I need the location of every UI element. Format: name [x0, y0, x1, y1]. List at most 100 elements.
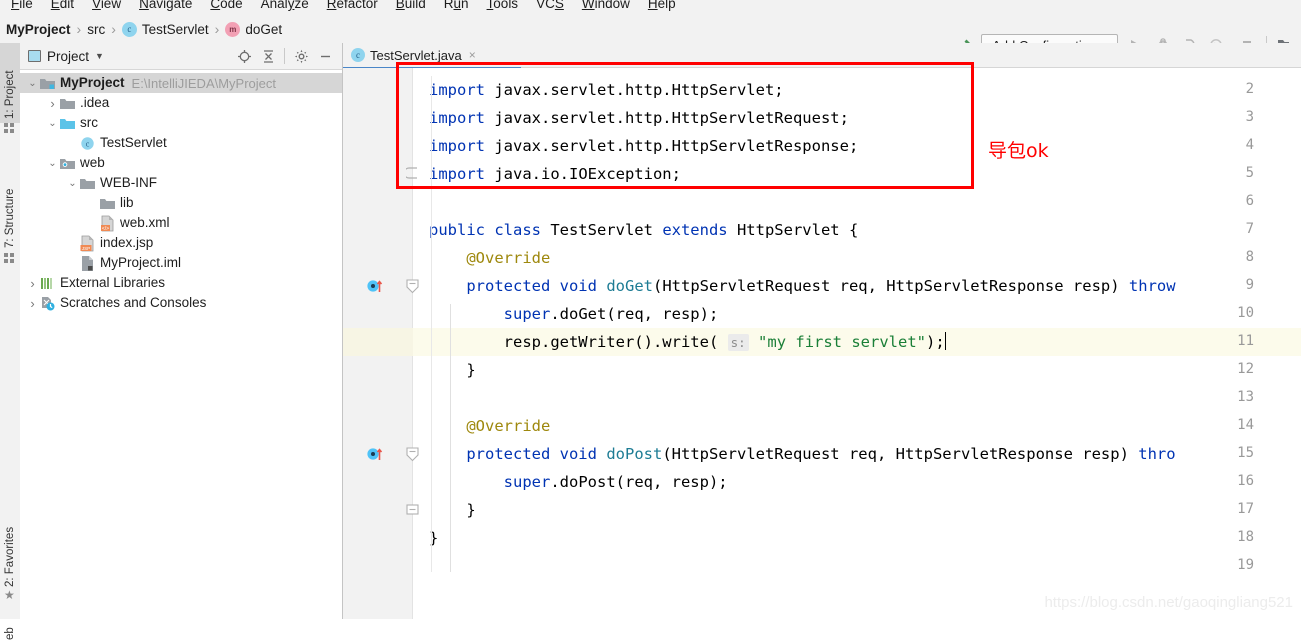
collapse-all-icon[interactable] — [257, 45, 279, 67]
tool-window-button-structure[interactable]: 7: Structure — [0, 148, 20, 252]
code-editor[interactable]: 2345678910111213141516171819 import java… — [343, 68, 1301, 619]
chevron-right-icon[interactable]: › — [26, 293, 39, 313]
tree-row-path: E:\IntelliJIEDA\MyProject — [132, 76, 277, 91]
svg-text:</>: </> — [102, 226, 109, 232]
code-token: @Override — [429, 249, 550, 267]
code-token: ); — [926, 333, 945, 351]
tree-row[interactable]: ⌄web — [20, 153, 342, 173]
code-token: throw — [1129, 277, 1176, 295]
settings-icon[interactable] — [290, 45, 312, 67]
tree-spacer — [66, 133, 79, 153]
tree-row[interactable]: › External Libraries — [20, 273, 342, 293]
breadcrumb-separator-icon: › — [71, 21, 88, 37]
locate-icon[interactable] — [233, 45, 255, 67]
menu-item-code[interactable]: Code — [201, 0, 251, 11]
folder-icon — [99, 195, 116, 212]
folder-icon — [79, 175, 96, 192]
parameter-hint: s: — [728, 334, 749, 351]
tree-row[interactable]: ⌄ src — [20, 113, 342, 133]
code-token: java.io.IOException; — [485, 165, 681, 183]
menu-item-label: View — [92, 0, 121, 11]
menu-item-label: Tools — [487, 0, 519, 11]
menu-item-window[interactable]: Window — [573, 0, 639, 11]
breadcrumb-class[interactable]: c TestServlet — [122, 22, 209, 37]
breadcrumb-project[interactable]: MyProject — [6, 22, 71, 37]
code-line: import java.io.IOException; — [429, 160, 681, 188]
tool-window-button-project[interactable]: 1: Project — [0, 43, 20, 123]
tree-row[interactable]: MyProject.iml — [20, 253, 342, 273]
chevron-down-icon[interactable]: ▼ — [95, 51, 104, 61]
code-token: javax.servlet.http.HttpServletRequest; — [485, 109, 849, 127]
menu-item-edit[interactable]: Edit — [42, 0, 83, 11]
editor-tab-testservlet[interactable]: c TestServlet.java × — [343, 43, 482, 67]
chevron-right-icon[interactable]: › — [26, 273, 39, 293]
tree-row-label: src — [80, 113, 98, 133]
tool-window-button-web[interactable]: eb — [0, 608, 20, 644]
menu-bar: FileEdit View NavigateCode Analyze RefactorB… — [0, 0, 1301, 15]
code-token: protected void — [429, 445, 597, 463]
chevron-down-icon[interactable]: ⌄ — [46, 113, 59, 133]
svg-text:JSP: JSP — [82, 245, 90, 250]
text-caret — [945, 332, 946, 350]
tree-row[interactable]: </> web.xml — [20, 213, 342, 233]
code-token: .doGet(req, resp); — [550, 305, 718, 323]
project-tool-window: Project ▼ — [20, 43, 343, 619]
tree-row[interactable]: ›Scratches and Consoles — [20, 293, 342, 313]
menu-item-vcs[interactable]: VCS — [527, 0, 573, 11]
panel-action-divider — [284, 48, 285, 64]
tree-row[interactable]: ⌄MyProjectE:\IntelliJIEDA\MyProject — [20, 73, 342, 93]
menu-item-navigate[interactable]: Navigate — [130, 0, 201, 11]
current-line-gutter-highlight — [343, 328, 413, 356]
menu-item-label: Window — [582, 0, 630, 11]
menu-item-build[interactable]: Build — [387, 0, 435, 11]
project-panel-title-label: Project — [47, 49, 89, 64]
project-panel-actions — [233, 45, 342, 67]
override-marker-icon[interactable] — [367, 278, 383, 294]
chevron-down-icon[interactable]: ⌄ — [66, 173, 79, 193]
project-window-icon — [28, 50, 41, 62]
breadcrumb-src[interactable]: src — [87, 22, 105, 37]
code-token: javax.servlet.http.HttpServlet; — [485, 81, 784, 99]
menu-item-run[interactable]: Run — [435, 0, 478, 11]
tree-row[interactable]: cTestServlet — [20, 133, 342, 153]
code-token: resp.getWriter().write( — [429, 333, 728, 351]
tree-row[interactable]: lib — [20, 193, 342, 213]
menu-item-refactor[interactable]: Refactor — [318, 0, 387, 11]
breadcrumb-method[interactable]: m doGet — [225, 22, 282, 37]
override-marker-icon[interactable] — [367, 446, 383, 462]
chevron-right-icon[interactable]: › — [46, 93, 59, 113]
ide-window: FileEdit View NavigateCode Analyze RefactorB… — [0, 0, 1301, 619]
chevron-down-icon[interactable]: ⌄ — [46, 153, 59, 173]
code-line: resp.getWriter().write( s: "my first ser… — [429, 328, 946, 356]
tree-row-label: web.xml — [120, 213, 170, 233]
indent-guide — [431, 76, 432, 572]
menu-item-tools[interactable]: Tools — [478, 0, 528, 11]
svg-text:c: c — [86, 139, 90, 148]
editor-tab-strip: c TestServlet.java × — [343, 43, 1301, 68]
menu-item-file[interactable]: File — [2, 0, 42, 11]
menu-item-help[interactable]: Help — [639, 0, 685, 11]
hide-icon[interactable] — [314, 45, 336, 67]
tree-spacer — [66, 253, 79, 273]
module-folder-icon — [39, 75, 56, 92]
code-token: super — [504, 305, 551, 323]
code-text[interactable]: import javax.servlet.http.HttpServlet; im… — [413, 68, 1301, 619]
tree-row[interactable]: ⌄WEB-INF — [20, 173, 342, 193]
code-token: javax.servlet.http.HttpServletResponse; — [485, 137, 858, 155]
code-line: } — [429, 356, 476, 384]
tree-row[interactable]: JSPindex.jsp — [20, 233, 342, 253]
menu-item-label: Analyze — [261, 0, 309, 11]
code-token: } — [429, 501, 476, 519]
chevron-down-icon[interactable]: ⌄ — [26, 73, 39, 93]
class-icon: c — [351, 48, 365, 62]
code-token: import — [429, 109, 485, 127]
project-panel-title[interactable]: Project ▼ — [20, 49, 104, 64]
tree-row-label: External Libraries — [60, 273, 165, 293]
tree-row[interactable]: › .idea — [20, 93, 342, 113]
code-token: (HttpServletRequest req, HttpServletResp… — [662, 445, 1138, 463]
tool-window-button-favorites[interactable]: 2: Favorites — [0, 493, 20, 591]
menu-item-analyze[interactable]: Analyze — [252, 0, 318, 11]
menu-item-view[interactable]: View — [83, 0, 130, 11]
tree-row-label: .idea — [80, 93, 109, 113]
close-icon[interactable]: × — [469, 48, 476, 62]
